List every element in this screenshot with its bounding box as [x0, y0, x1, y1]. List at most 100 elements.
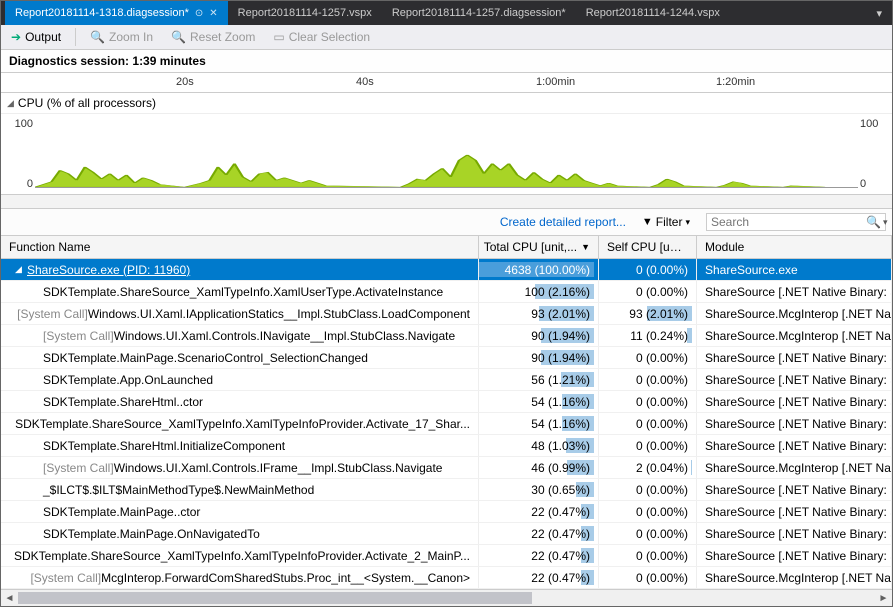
- table-row[interactable]: SDKTemplate.App.OnLaunched56 (1.21%)0 (0…: [1, 369, 892, 391]
- function-name: SDKTemplate.ShareHtml.InitializeComponen…: [43, 439, 285, 453]
- cpu-section: ◢ CPU (% of all processors) 100 0 100 0: [1, 93, 892, 195]
- zoom-in-button[interactable]: 🔍 Zoom In: [86, 28, 157, 46]
- search-box[interactable]: 🔍 ▾: [706, 213, 886, 231]
- table-row[interactable]: [System Call] McgInterop.ForwardComShare…: [1, 567, 892, 589]
- collapse-icon[interactable]: ◢: [7, 98, 14, 109]
- cell-self-cpu: 0 (0.00%): [599, 391, 697, 412]
- scroll-right-icon[interactable]: ►: [875, 590, 892, 607]
- tab-label: Report20181114-1257.vspx: [238, 7, 372, 19]
- column-total-cpu[interactable]: Total CPU [unit,... ▼: [479, 236, 599, 258]
- cell-self-cpu: 0 (0.00%): [599, 369, 697, 390]
- cell-self-cpu: 0 (0.00%): [599, 567, 697, 588]
- total-cpu-value: 30 (0.65%): [531, 483, 590, 497]
- cell-module: ShareSource [.NET Native Binary: S: [697, 523, 892, 544]
- self-cpu-value: 0 (0.00%): [636, 373, 688, 387]
- cell-function: SDKTemplate.ShareSource_XamlTypeInfo.Xam…: [1, 545, 479, 566]
- cell-total-cpu: 100 (2.16%): [479, 281, 599, 302]
- cell-total-cpu: 54 (1.16%): [479, 391, 599, 412]
- table-row[interactable]: SDKTemplate.ShareSource_XamlTypeInfo.Xam…: [1, 545, 892, 567]
- document-tab[interactable]: Report20181114-1244.vspx: [576, 1, 730, 25]
- function-name[interactable]: ShareSource.exe (PID: 11960): [27, 263, 190, 277]
- cell-total-cpu: 4638 (100.00%): [479, 259, 599, 280]
- cell-total-cpu: 54 (1.16%): [479, 413, 599, 434]
- table-row[interactable]: SDKTemplate.ShareSource_XamlTypeInfo.Xam…: [1, 413, 892, 435]
- function-name: SDKTemplate.ShareSource_XamlTypeInfo.Xam…: [14, 549, 470, 563]
- collapse-icon[interactable]: ◢: [15, 264, 27, 275]
- tab-overflow-dropdown-icon[interactable]: ▾: [876, 7, 882, 20]
- column-module[interactable]: Module: [697, 236, 892, 258]
- table-row[interactable]: SDKTemplate.MainPage..ctor22 (0.47%)0 (0…: [1, 501, 892, 523]
- document-tab[interactable]: Report20181114-1257.diagsession*: [382, 1, 576, 25]
- cell-module: ShareSource.McgInterop [.NET Nat: [697, 325, 892, 346]
- clear-selection-label: Clear Selection: [289, 30, 370, 44]
- timeline-ruler[interactable]: 20s 40s 1:00min 1:20min: [1, 73, 892, 93]
- cell-self-cpu: 0 (0.00%): [599, 523, 697, 544]
- table-row[interactable]: SDKTemplate.ShareHtml..ctor54 (1.16%)0 (…: [1, 391, 892, 413]
- reset-zoom-icon: 🔍: [171, 30, 186, 44]
- create-report-link[interactable]: Create detailed report...: [500, 215, 626, 229]
- column-function-name[interactable]: Function Name: [1, 236, 479, 258]
- table-row[interactable]: [System Call] Windows.UI.Xaml.IApplicati…: [1, 303, 892, 325]
- output-button[interactable]: ➔ Output: [7, 28, 65, 46]
- cell-total-cpu: 90 (1.94%): [479, 347, 599, 368]
- cpu-chart[interactable]: 100 0 100 0: [1, 114, 892, 194]
- search-dropdown-icon[interactable]: ▾: [883, 217, 888, 228]
- cell-self-cpu: 93 (2.01%): [599, 303, 697, 324]
- cell-self-cpu: 0 (0.00%): [599, 435, 697, 456]
- cpu-plot-area[interactable]: [35, 120, 858, 188]
- column-self-cpu[interactable]: Self CPU [unit, %]: [599, 236, 697, 258]
- document-tab-bar: Report20181114-1318.diagsession*⊙✕Report…: [1, 1, 892, 25]
- cell-self-cpu: 2 (0.04%): [599, 457, 697, 478]
- scroll-track[interactable]: [18, 590, 875, 606]
- chevron-down-icon: ▾: [685, 217, 690, 228]
- function-name: Windows.UI.Xaml.Controls.INavigate__Impl…: [114, 329, 455, 343]
- search-input[interactable]: [711, 215, 866, 229]
- self-cpu-value: 0 (0.00%): [636, 439, 688, 453]
- pin-icon[interactable]: ⊙: [195, 8, 203, 19]
- self-cpu-value: 0 (0.00%): [636, 417, 688, 431]
- report-toolbar: Create detailed report... ▼ Filter ▾ 🔍 ▾: [1, 209, 892, 236]
- table-row[interactable]: SDKTemplate.ShareHtml.InitializeComponen…: [1, 435, 892, 457]
- axis-max: 100: [5, 118, 33, 130]
- search-icon[interactable]: 🔍: [866, 215, 881, 229]
- table-row[interactable]: SDKTemplate.MainPage.ScenarioControl_Sel…: [1, 347, 892, 369]
- cpu-header[interactable]: ◢ CPU (% of all processors): [1, 93, 892, 114]
- close-icon[interactable]: ✕: [209, 8, 217, 19]
- reset-zoom-label: Reset Zoom: [190, 30, 255, 44]
- function-name: Windows.UI.Xaml.IApplicationStatics__Imp…: [88, 307, 470, 321]
- cell-total-cpu: 48 (1.03%): [479, 435, 599, 456]
- self-cpu-value: 2 (0.04%): [636, 461, 688, 475]
- self-cpu-value: 0 (0.00%): [636, 549, 688, 563]
- document-tab[interactable]: Report20181114-1257.vspx: [228, 1, 382, 25]
- grid-body[interactable]: ◢ShareSource.exe (PID: 11960) 4638 (100.0…: [1, 259, 892, 589]
- self-cpu-value: 11 (0.24%): [630, 329, 688, 343]
- total-cpu-value: 22 (0.47%): [531, 549, 590, 563]
- session-label: Diagnostics session:: [9, 54, 129, 68]
- cell-module: ShareSource [.NET Native Binary: S: [697, 479, 892, 500]
- clear-selection-button[interactable]: ▭ Clear Selection: [269, 28, 374, 46]
- system-call-tag: [System Call]: [17, 307, 88, 321]
- table-row[interactable]: ◢ShareSource.exe (PID: 11960) 4638 (100.0…: [1, 259, 892, 281]
- total-cpu-value: 22 (0.47%): [531, 505, 590, 519]
- filter-button[interactable]: ▼ Filter ▾: [636, 213, 696, 231]
- table-row[interactable]: [System Call] Windows.UI.Xaml.Controls.I…: [1, 325, 892, 347]
- cell-module: ShareSource [.NET Native Binary: S: [697, 545, 892, 566]
- table-row[interactable]: SDKTemplate.ShareSource_XamlTypeInfo.Xam…: [1, 281, 892, 303]
- tab-label: Report20181114-1257.diagsession*: [392, 7, 566, 19]
- function-name: SDKTemplate.MainPage..ctor: [43, 505, 200, 519]
- filter-icon: ▼: [642, 216, 653, 228]
- horizontal-scrollbar[interactable]: ◄ ►: [1, 589, 892, 606]
- table-row[interactable]: _$ILCT$.$ILT$MainMethodType$.NewMainMeth…: [1, 479, 892, 501]
- cell-module: ShareSource [.NET Native Binary: S: [697, 281, 892, 302]
- table-row[interactable]: SDKTemplate.MainPage.OnNavigatedTo22 (0.…: [1, 523, 892, 545]
- scroll-thumb[interactable]: [18, 592, 532, 604]
- document-tab[interactable]: Report20181114-1318.diagsession*⊙✕: [5, 1, 228, 25]
- toolbar-separator: [75, 28, 76, 46]
- table-row[interactable]: [System Call] Windows.UI.Xaml.Controls.I…: [1, 457, 892, 479]
- axis-min: 0: [5, 178, 33, 190]
- total-cpu-value: 54 (1.16%): [531, 417, 590, 431]
- cell-self-cpu: 0 (0.00%): [599, 413, 697, 434]
- cell-module: ShareSource.McgInterop [.NET Nat: [697, 457, 892, 478]
- reset-zoom-button[interactable]: 🔍 Reset Zoom: [167, 28, 259, 46]
- scroll-left-icon[interactable]: ◄: [1, 590, 18, 607]
